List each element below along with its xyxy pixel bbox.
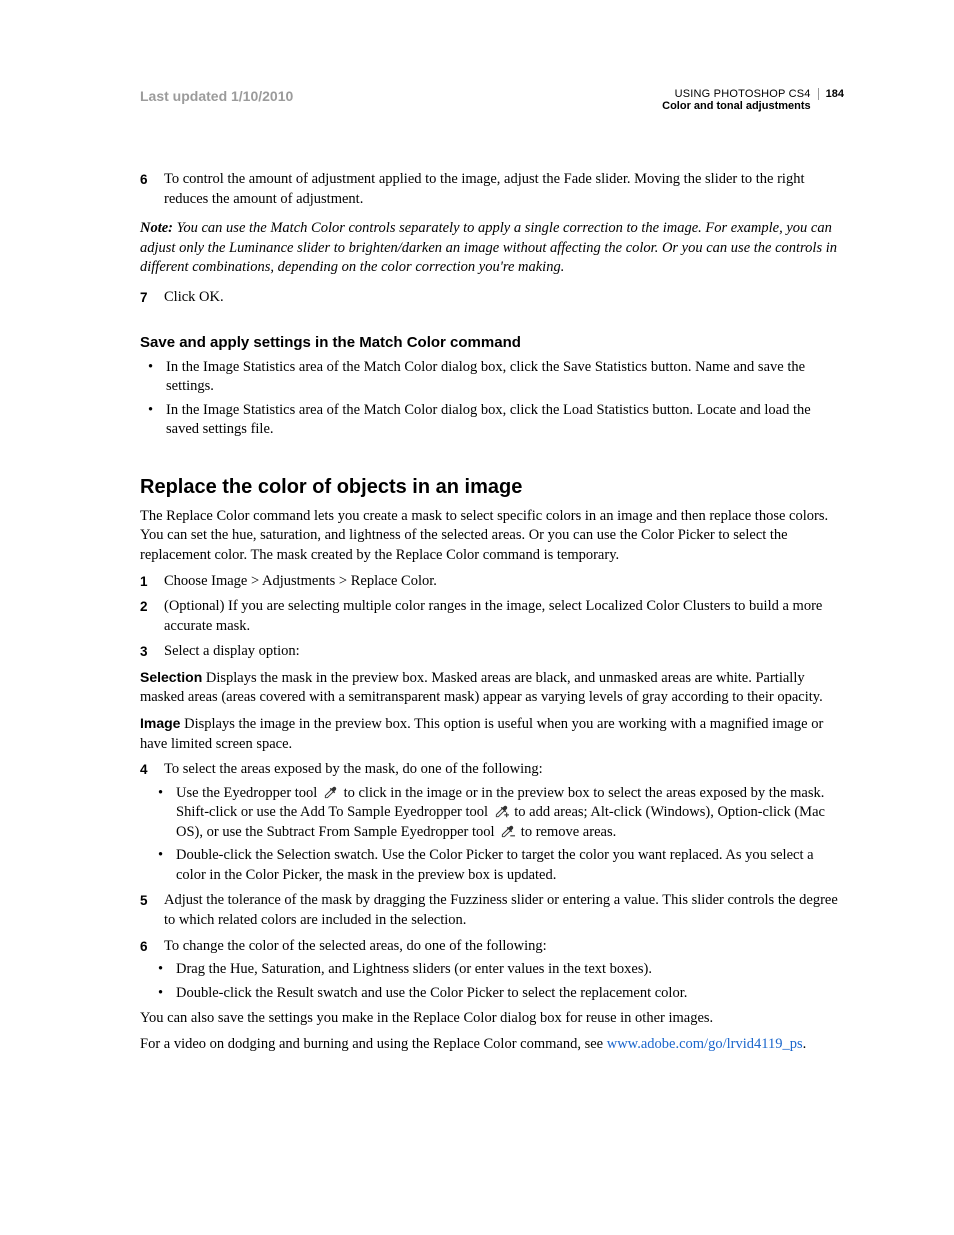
list-text: Use the Eyedropper tool to click in the … bbox=[176, 784, 844, 843]
page-header: Last updated 1/10/2010 USING PHOTOSHOP C… bbox=[140, 88, 844, 112]
list-text: Drag the Hue, Saturation, and Lightness … bbox=[176, 960, 844, 980]
list-text: In the Image Statistics area of the Matc… bbox=[166, 358, 844, 397]
step-3: 3 Select a display option: bbox=[140, 642, 844, 662]
bullet-icon: • bbox=[158, 984, 176, 1004]
step-text: To change the color of the selected area… bbox=[164, 937, 844, 957]
step-text: Click OK. bbox=[164, 288, 844, 308]
step-text: Select a display option: bbox=[164, 642, 844, 662]
outro-paragraph-link: For a video on dodging and burning and u… bbox=[140, 1035, 844, 1055]
bullet-icon: • bbox=[158, 960, 176, 980]
last-updated: Last updated 1/10/2010 bbox=[140, 88, 293, 104]
header-right-text: USING PHOTOSHOP CS4 Color and tonal adju… bbox=[662, 88, 818, 112]
chapter-title: Color and tonal adjustments bbox=[662, 100, 811, 112]
note: Note: You can use the Match Color contro… bbox=[140, 219, 844, 278]
step-1: 1 Choose Image > Adjustments > Replace C… bbox=[140, 572, 844, 592]
step-5: 5 Adjust the tolerance of the mask by dr… bbox=[140, 891, 844, 930]
list-item: • In the Image Statistics area of the Ma… bbox=[148, 401, 844, 440]
text-fragment: Use the Eyedropper tool bbox=[176, 785, 321, 801]
note-text: You can use the Match Color controls sep… bbox=[140, 220, 837, 275]
step-text: Adjust the tolerance of the mask by drag… bbox=[164, 891, 844, 930]
step-6: 6 To control the amount of adjustment ap… bbox=[140, 170, 844, 209]
step-2: 2 (Optional) If you are selecting multip… bbox=[140, 597, 844, 636]
list-text: Double-click the Selection swatch. Use t… bbox=[176, 846, 844, 885]
section-heading-replace: Replace the color of objects in an image bbox=[140, 474, 844, 501]
page: Last updated 1/10/2010 USING PHOTOSHOP C… bbox=[0, 0, 954, 1235]
definition-selection: Selection Displays the mask in the previ… bbox=[140, 668, 844, 708]
definition-label: Selection bbox=[140, 669, 202, 685]
step-4: 4 To select the areas exposed by the mas… bbox=[140, 760, 844, 780]
definition-image: Image Displays the image in the preview … bbox=[140, 714, 844, 754]
definition-text: Displays the mask in the preview box. Ma… bbox=[140, 670, 823, 706]
list-item: • Double-click the Selection swatch. Use… bbox=[158, 846, 844, 885]
bullet-icon: • bbox=[158, 846, 176, 885]
step-text: To select the areas exposed by the mask,… bbox=[164, 760, 844, 780]
step-number: 5 bbox=[140, 891, 164, 930]
eyedropper-minus-icon bbox=[500, 824, 515, 839]
header-right: USING PHOTOSHOP CS4 Color and tonal adju… bbox=[662, 88, 844, 112]
bullet-icon: • bbox=[148, 358, 166, 397]
step-number: 6 bbox=[140, 937, 164, 957]
sub-heading-save: Save and apply settings in the Match Col… bbox=[140, 333, 844, 353]
list-text: In the Image Statistics area of the Matc… bbox=[166, 401, 844, 440]
definition-label: Image bbox=[140, 715, 180, 731]
text-fragment: to remove areas. bbox=[521, 824, 616, 840]
definition-text: Displays the image in the preview box. T… bbox=[140, 716, 823, 752]
step-text: (Optional) If you are selecting multiple… bbox=[164, 597, 844, 636]
step-6b: 6 To change the color of the selected ar… bbox=[140, 937, 844, 957]
list-item: • In the Image Statistics area of the Ma… bbox=[148, 358, 844, 397]
video-link[interactable]: www.adobe.com/go/lrvid4119_ps bbox=[607, 1036, 803, 1052]
body: 6 To control the amount of adjustment ap… bbox=[140, 170, 844, 1054]
step-number: 7 bbox=[140, 288, 164, 308]
text-fragment: For a video on dodging and burning and u… bbox=[140, 1036, 607, 1052]
list-text: Double-click the Result swatch and use t… bbox=[176, 984, 844, 1004]
eyedropper-plus-icon bbox=[494, 804, 509, 819]
outro-paragraph: You can also save the settings you make … bbox=[140, 1009, 844, 1029]
list-item: • Drag the Hue, Saturation, and Lightnes… bbox=[158, 960, 844, 980]
step-number: 4 bbox=[140, 760, 164, 780]
step-number: 1 bbox=[140, 572, 164, 592]
bullet-icon: • bbox=[148, 401, 166, 440]
step-number: 2 bbox=[140, 597, 164, 636]
text-fragment: . bbox=[803, 1036, 807, 1052]
eyedropper-icon bbox=[323, 785, 338, 800]
step-text: To control the amount of adjustment appl… bbox=[164, 170, 844, 209]
doc-title: USING PHOTOSHOP CS4 bbox=[662, 88, 811, 100]
intro-paragraph: The Replace Color command lets you creat… bbox=[140, 507, 844, 566]
page-number: 184 bbox=[818, 88, 844, 100]
note-label: Note: bbox=[140, 220, 173, 236]
step-number: 3 bbox=[140, 642, 164, 662]
step-text: Choose Image > Adjustments > Replace Col… bbox=[164, 572, 844, 592]
list-item: • Double-click the Result swatch and use… bbox=[158, 984, 844, 1004]
list-item: • Use the Eyedropper tool to click in th… bbox=[158, 784, 844, 843]
step-number: 6 bbox=[140, 170, 164, 209]
step-7: 7 Click OK. bbox=[140, 288, 844, 308]
bullet-icon: • bbox=[158, 784, 176, 843]
